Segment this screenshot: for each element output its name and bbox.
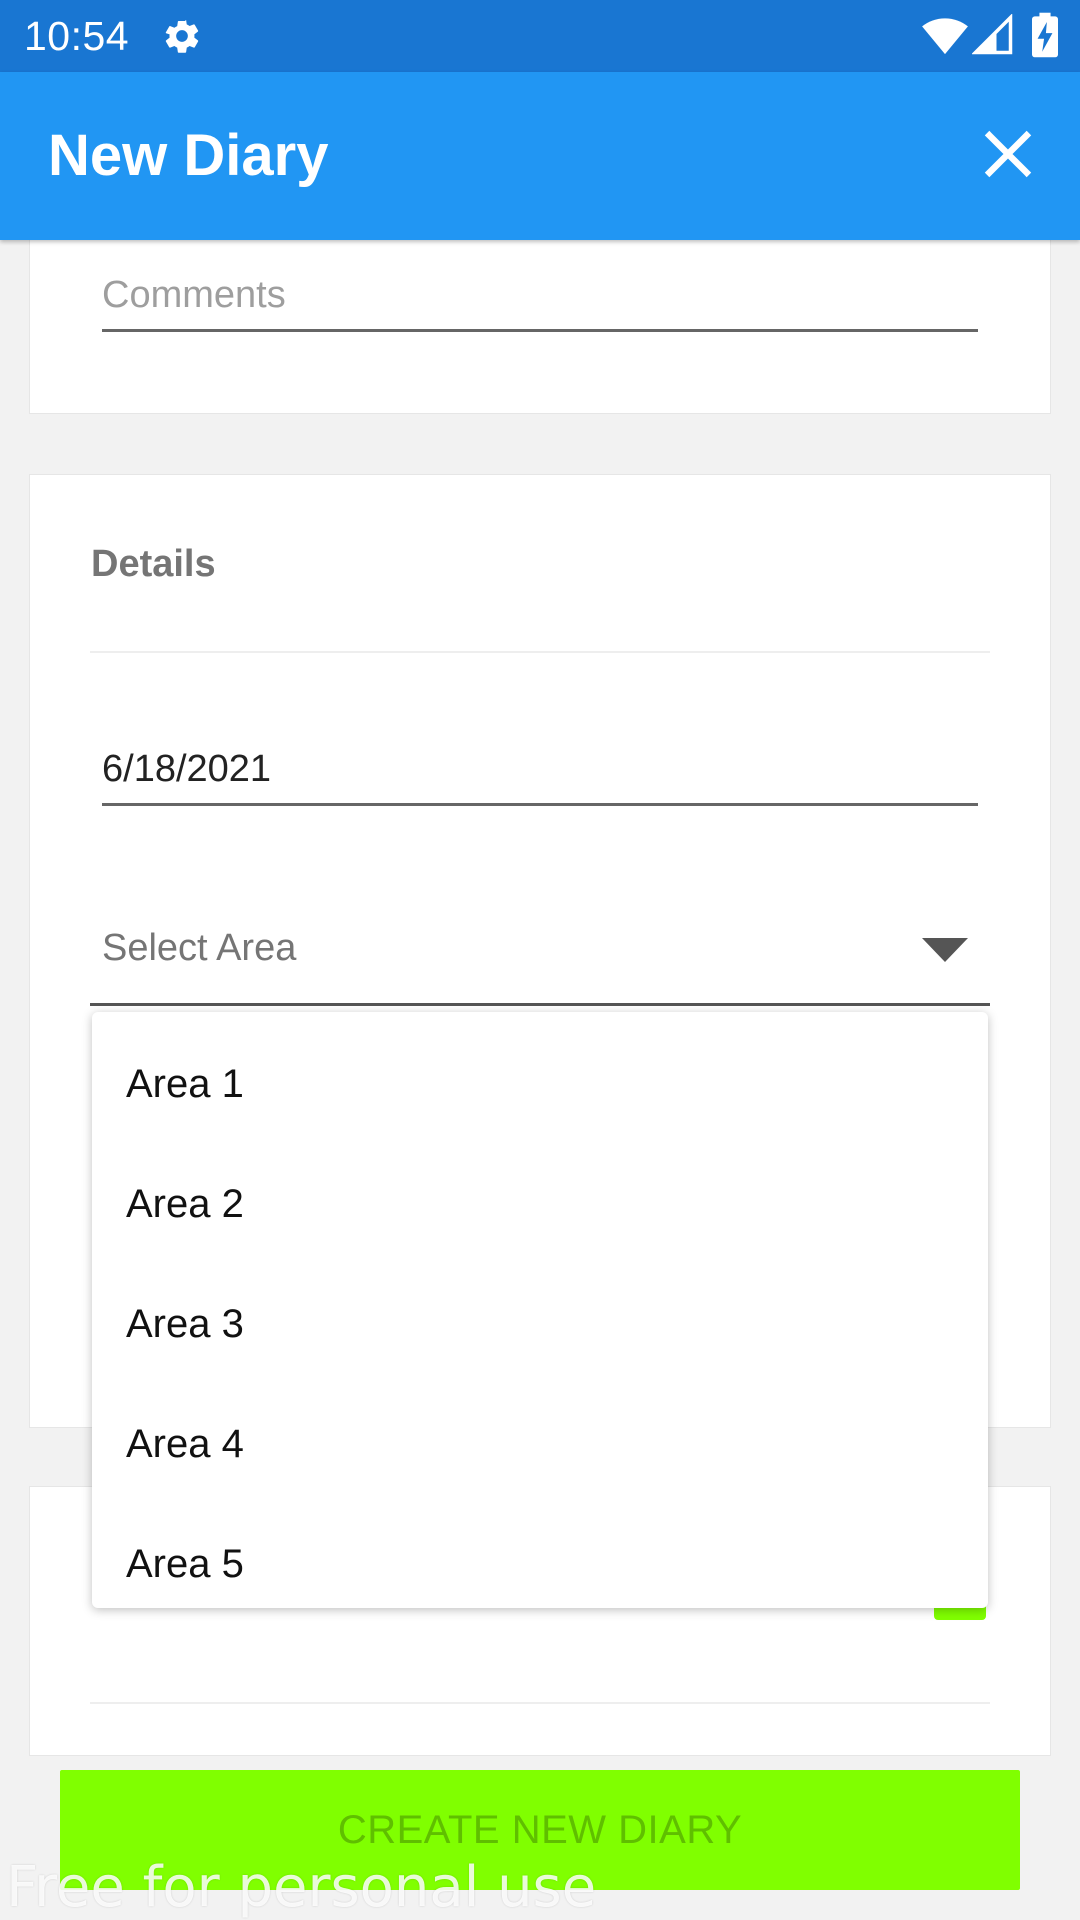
date-field[interactable]: 6/18/2021: [102, 724, 978, 806]
watermark-text: Free for personal use: [6, 1855, 597, 1920]
status-bar: 10:54: [0, 0, 1080, 72]
dropdown-option-area-1[interactable]: Area 1: [92, 1024, 988, 1144]
wifi-icon: [922, 18, 968, 55]
area-select[interactable]: Select Area: [90, 904, 990, 1006]
comments-placeholder: Comments: [102, 274, 286, 316]
dropdown-option-area-4[interactable]: Area 4: [92, 1384, 988, 1504]
status-time: 10:54: [24, 13, 130, 59]
dropdown-option-area-5[interactable]: Area 5: [92, 1504, 988, 1624]
battery-charging-icon: [1032, 12, 1058, 58]
details-title: Details: [91, 543, 216, 585]
page-title: New Diary: [48, 123, 329, 188]
close-icon[interactable]: [976, 122, 1040, 186]
options-divider: [90, 1702, 990, 1704]
cell-signal-icon: [972, 14, 1013, 55]
dropdown-option-area-2[interactable]: Area 2: [92, 1144, 988, 1264]
dropdown-option-area-3[interactable]: Area 3: [92, 1264, 988, 1384]
settings-gear-icon: [165, 20, 199, 53]
area-dropdown-menu: Area 1 Area 2 Area 3 Area 4 Area 5: [92, 1012, 988, 1608]
chevron-down-icon: [922, 938, 968, 962]
comments-field[interactable]: Comments: [102, 250, 978, 332]
area-select-placeholder: Select Area: [102, 927, 297, 969]
details-divider: [90, 651, 990, 653]
date-value: 6/18/2021: [102, 748, 272, 790]
app-bar: New Diary: [0, 72, 1080, 240]
